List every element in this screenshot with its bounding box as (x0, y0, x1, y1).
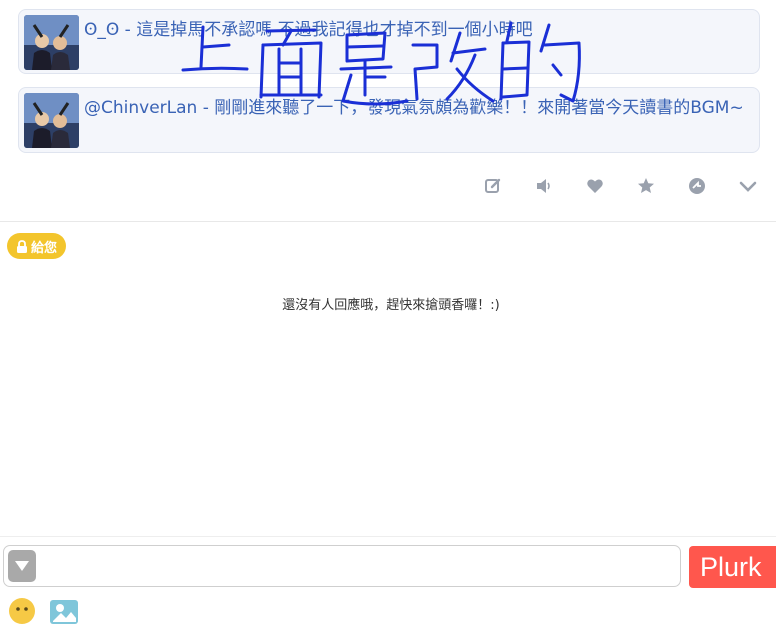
plurk-action-bar (452, 176, 758, 196)
response-input[interactable] (42, 547, 676, 585)
edit-icon[interactable] (483, 176, 503, 196)
qualifier-dropdown-button[interactable] (8, 550, 36, 582)
divider (0, 536, 776, 537)
divider (0, 221, 776, 222)
share-icon[interactable] (687, 176, 707, 196)
avatar[interactable] (24, 93, 79, 148)
avatar[interactable] (24, 15, 79, 70)
replurk-icon[interactable] (636, 176, 656, 196)
badge-label: 給您 (31, 240, 58, 256)
chevron-down-icon (15, 561, 29, 571)
like-icon[interactable] (585, 176, 605, 196)
image-upload-icon[interactable] (49, 599, 79, 625)
expand-icon[interactable] (738, 176, 758, 196)
response-composer (3, 545, 681, 587)
plurk-item[interactable]: @ChinverLan - 剛剛進來聽了一下，發現氣氛頗為歡樂！！來開著當今天讀… (18, 87, 760, 153)
lock-icon (17, 239, 27, 253)
plurk-item[interactable]: ʘ_ʘ - 這是掉馬不承認嗎 不過我記得也才掉不到一個小時吧 (18, 9, 760, 74)
plurk-content: @ChinverLan - 剛剛進來聽了一下，發現氣氛頗為歡樂！！來開著當今天讀… (84, 98, 744, 118)
mute-icon[interactable] (534, 176, 554, 196)
plurk-content: ʘ_ʘ - 這是掉馬不承認嗎 不過我記得也才掉不到一個小時吧 (84, 20, 533, 40)
private-badge[interactable]: 給您 (7, 233, 67, 259)
plurk-submit-button[interactable]: Plurk (689, 546, 776, 588)
empty-responses-message: 還沒有人回應哦，趕快來搶頭香囉！:) (282, 298, 500, 313)
emoji-icon[interactable] (8, 597, 36, 625)
